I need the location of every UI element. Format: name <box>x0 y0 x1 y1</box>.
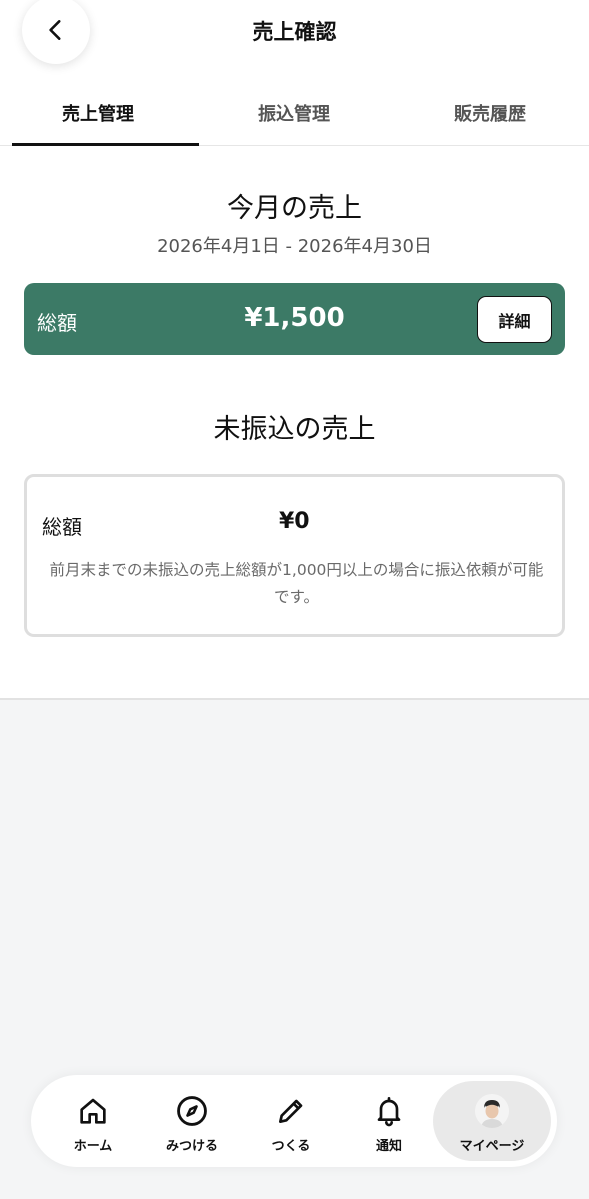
monthly-sales-title: 今月の売上 <box>227 193 362 224</box>
untransferred-card: 総額 ¥0 前月末までの未振込の売上総額が1,000円以上の場合に振込依頼が可能… <box>24 474 565 637</box>
transfer-note: 前月末までの未振込の売上総額が1,000円以上の場合に振込依頼が可能です。 <box>49 561 544 606</box>
compass-icon <box>177 1096 207 1126</box>
tab-sales-management[interactable]: 売上管理 <box>0 80 199 146</box>
sales-confirmation-screen: 売上確認 売上管理 振込管理 販売履歴 今月の売上 2026年4月1日 - 20… <box>0 0 589 1199</box>
nav-notifications-label: 通知 <box>375 1139 402 1154</box>
pencil-icon <box>279 1099 303 1123</box>
nav-home[interactable]: ホーム <box>43 1075 143 1167</box>
home-icon <box>80 1098 106 1124</box>
monthly-date-range: 2026年4月1日 - 2026年4月30日 <box>157 236 432 257</box>
nav-discover-label: みつける <box>165 1139 218 1154</box>
nav-discover[interactable]: みつける <box>142 1075 242 1167</box>
avatar <box>475 1094 509 1128</box>
page-title: 売上確認 <box>252 20 337 44</box>
nav-notifications[interactable]: 通知 <box>339 1075 439 1167</box>
nav-create-label: つくる <box>271 1139 311 1154</box>
bell-icon <box>377 1097 401 1127</box>
nav-home-label: ホーム <box>73 1139 113 1154</box>
monthly-total-bar: 総額 ¥1,500 詳細 <box>24 283 565 355</box>
nav-mypage[interactable]: マイページ <box>433 1081 551 1161</box>
nav-mypage-label: マイページ <box>459 1139 525 1154</box>
untransferred-total-amount: ¥0 <box>279 509 310 534</box>
bottom-navigation: ホーム みつける つくる 通知 マイページ <box>31 1075 557 1167</box>
tab-bar: 売上管理 振込管理 販売履歴 <box>0 80 589 146</box>
nav-create[interactable]: つくる <box>241 1075 341 1167</box>
untransferred-total-label: 総額 <box>42 515 82 539</box>
untransferred-sales-title: 未振込の売上 <box>213 414 376 445</box>
tab-transfer-management[interactable]: 振込管理 <box>196 80 392 145</box>
header: 売上確認 <box>0 0 589 70</box>
detail-button[interactable]: 詳細 <box>477 296 552 343</box>
tab-sales-history[interactable]: 販売履歴 <box>392 80 588 145</box>
